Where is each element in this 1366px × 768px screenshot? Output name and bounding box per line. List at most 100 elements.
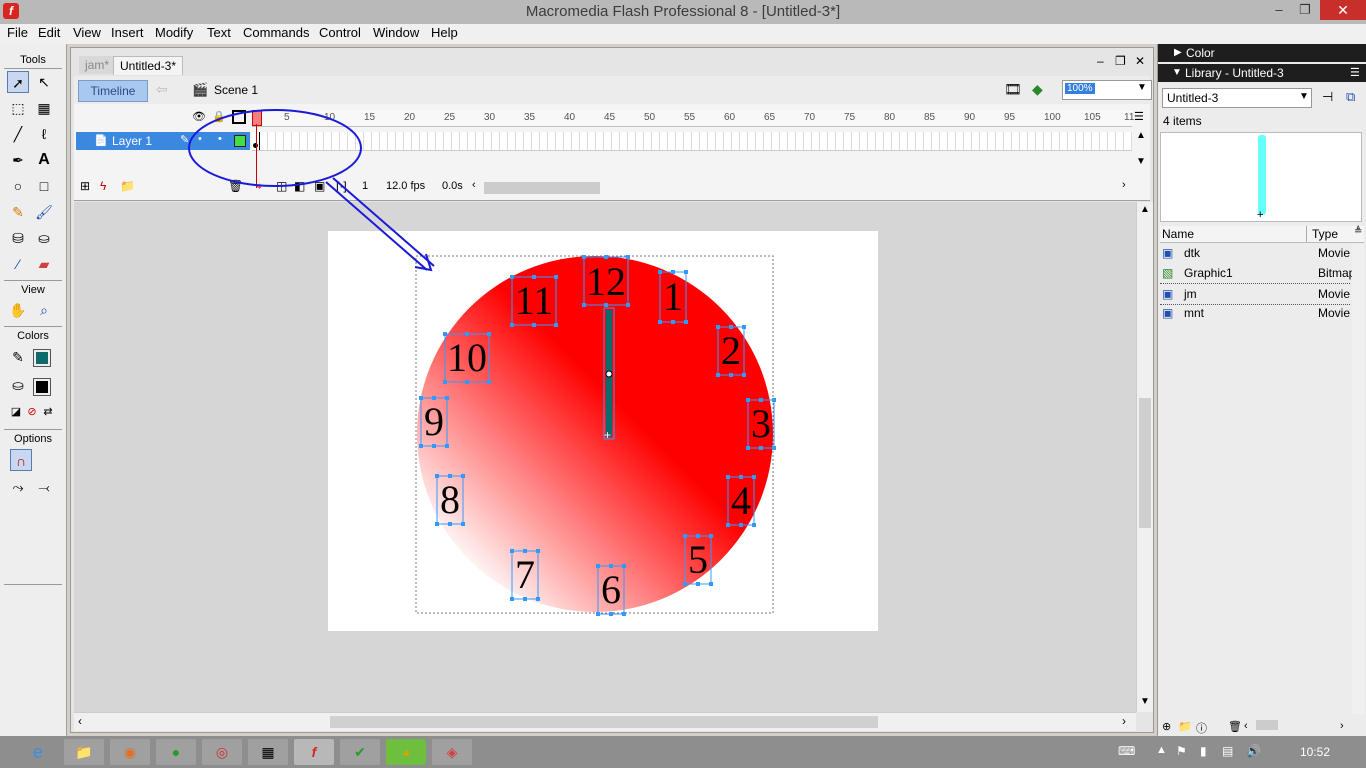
timeline-hscroll-thumb[interactable] [484, 182, 600, 194]
selection-handle[interactable] [523, 597, 527, 601]
doc-restore-icon[interactable]: ❐ [1115, 54, 1126, 68]
selection-handle[interactable] [726, 523, 730, 527]
selection-handle[interactable] [523, 549, 527, 553]
zoom-select[interactable]: 100% ▼ [1062, 80, 1152, 100]
stage-hscrollbar[interactable]: ‹ › [74, 712, 1136, 731]
selection-handle[interactable] [432, 396, 436, 400]
menu-edit[interactable]: Edit [38, 24, 60, 44]
straighten-icon[interactable]: ⤙ [33, 476, 55, 498]
selection-handle[interactable] [604, 303, 608, 307]
selection-handle[interactable] [604, 255, 608, 259]
selection-handle[interactable] [432, 444, 436, 448]
numeral-2[interactable]: 2 [717, 326, 745, 376]
selection-handle[interactable] [746, 398, 750, 402]
library-item[interactable]: ▣ mnt Movie [1160, 303, 1350, 323]
menu-text[interactable]: Text [207, 24, 231, 44]
scroll-down-icon[interactable]: ▼ [1136, 156, 1146, 167]
library-document-select[interactable]: Untitled-3 ▼ [1162, 88, 1312, 108]
library-item[interactable]: ▣ dtk Movie [1160, 243, 1350, 263]
brush-tool-icon[interactable]: 🖌 [33, 201, 55, 223]
tab-untitled-3[interactable]: Untitled-3* [113, 56, 184, 75]
selection-handle[interactable] [684, 320, 688, 324]
eraser-tool-icon[interactable]: ▰ [33, 253, 55, 275]
selection-handle[interactable] [658, 270, 662, 274]
oval-tool-icon[interactable]: ○ [7, 175, 29, 197]
tray-expand-icon[interactable]: ▲ [1156, 744, 1167, 756]
scroll-up-icon[interactable]: ▲ [1136, 130, 1146, 141]
selection-handle[interactable] [671, 320, 675, 324]
back-arrow-icon[interactable]: ⇦ [156, 81, 168, 98]
numeral-8[interactable]: 8 [436, 475, 464, 525]
selection-handle[interactable] [536, 597, 540, 601]
selection-handle[interactable] [445, 444, 449, 448]
stage-hscroll-thumb[interactable] [330, 716, 878, 728]
numeral-5[interactable]: 5 [684, 535, 712, 585]
selection-handle[interactable] [419, 396, 423, 400]
stage-vscroll-thumb[interactable] [1139, 398, 1151, 528]
selection-handle[interactable] [658, 320, 662, 324]
selection-handle[interactable] [532, 323, 536, 327]
file-explorer-icon[interactable]: 📁 [64, 739, 104, 765]
selection-handle[interactable] [709, 582, 713, 586]
numeral-1[interactable]: 1 [659, 271, 687, 323]
numeral-4[interactable]: 4 [727, 476, 755, 526]
game-icon[interactable]: ▦ [248, 739, 288, 765]
numeral-11[interactable]: 11 [511, 276, 557, 326]
taskbar-clock[interactable]: 10:52 [1290, 736, 1340, 768]
selection-handle[interactable] [582, 255, 586, 259]
timeline-toggle-button[interactable]: Timeline [78, 80, 148, 102]
smooth-icon[interactable]: ⤳ [7, 476, 29, 498]
scroll-left-icon[interactable]: ‹ [78, 714, 82, 728]
selection-handle[interactable] [622, 612, 626, 616]
doc-minimize-icon[interactable]: – [1097, 54, 1104, 68]
numeral-3[interactable]: 3 [747, 399, 775, 449]
selection-handle[interactable] [536, 549, 540, 553]
battery-icon[interactable]: ▮ [1200, 744, 1207, 758]
eyedropper-tool-icon[interactable]: ⁄ [7, 253, 29, 275]
panel-menu-icon[interactable]: ☰ [1350, 64, 1360, 82]
tab-jam[interactable]: jam* [79, 56, 116, 74]
rectangle-tool-icon[interactable]: □ [33, 175, 55, 197]
selection-handle[interactable] [739, 523, 743, 527]
selection-handle[interactable] [465, 380, 469, 384]
line-tool-icon[interactable]: ╱ [7, 123, 29, 145]
color-panel-header[interactable]: ▶ Color [1158, 44, 1366, 62]
selection-handle[interactable] [582, 303, 586, 307]
scroll-right-icon[interactable]: › [1340, 720, 1344, 732]
action-center-flag-icon[interactable]: ⚑ [1176, 744, 1187, 758]
hand-tool-icon[interactable]: ✋ [7, 299, 29, 321]
numeral-6[interactable]: 6 [597, 565, 625, 615]
menu-view[interactable]: View [73, 24, 101, 44]
network-icon[interactable]: ▤ [1222, 744, 1233, 758]
selection-handle[interactable] [772, 446, 776, 450]
pin-library-icon[interactable]: ⊣ [1322, 89, 1333, 105]
selection-handle[interactable] [596, 612, 600, 616]
selection-handle[interactable] [448, 474, 452, 478]
app-red-icon[interactable]: ◈ [432, 739, 472, 765]
menu-control[interactable]: Control [319, 24, 361, 44]
selection-handle[interactable] [445, 396, 449, 400]
library-item[interactable]: ▧ Graphic1 Bitmap [1160, 263, 1352, 283]
selection-handle[interactable] [671, 270, 675, 274]
volume-icon[interactable]: 🔊 [1246, 744, 1261, 758]
snap-to-objects-icon[interactable]: ∩ [10, 449, 32, 471]
app-check-icon[interactable]: ✔ [340, 739, 380, 765]
selection-handle[interactable] [696, 534, 700, 538]
selection-handle[interactable] [465, 332, 469, 336]
numeral-7[interactable]: 7 [511, 550, 539, 600]
selection-handle[interactable] [554, 275, 558, 279]
text-tool-icon[interactable]: A [33, 149, 55, 171]
selection-handle[interactable] [609, 564, 613, 568]
selection-handle[interactable] [729, 373, 733, 377]
new-library-panel-icon[interactable]: ⧉ [1346, 89, 1355, 105]
menu-help[interactable]: Help [431, 24, 458, 44]
selection-handle[interactable] [696, 582, 700, 586]
free-transform-tool-icon[interactable]: ⬚ [7, 97, 29, 119]
selection-handle[interactable] [461, 522, 465, 526]
scroll-right-icon[interactable]: › [1122, 179, 1126, 191]
selection-handle[interactable] [729, 325, 733, 329]
selection-handle[interactable] [419, 444, 423, 448]
stage-vscrollbar[interactable]: ▲ ▼ [1136, 202, 1153, 712]
sort-order-icon[interactable]: ≜ [1354, 226, 1362, 237]
selection-handle[interactable] [752, 523, 756, 527]
